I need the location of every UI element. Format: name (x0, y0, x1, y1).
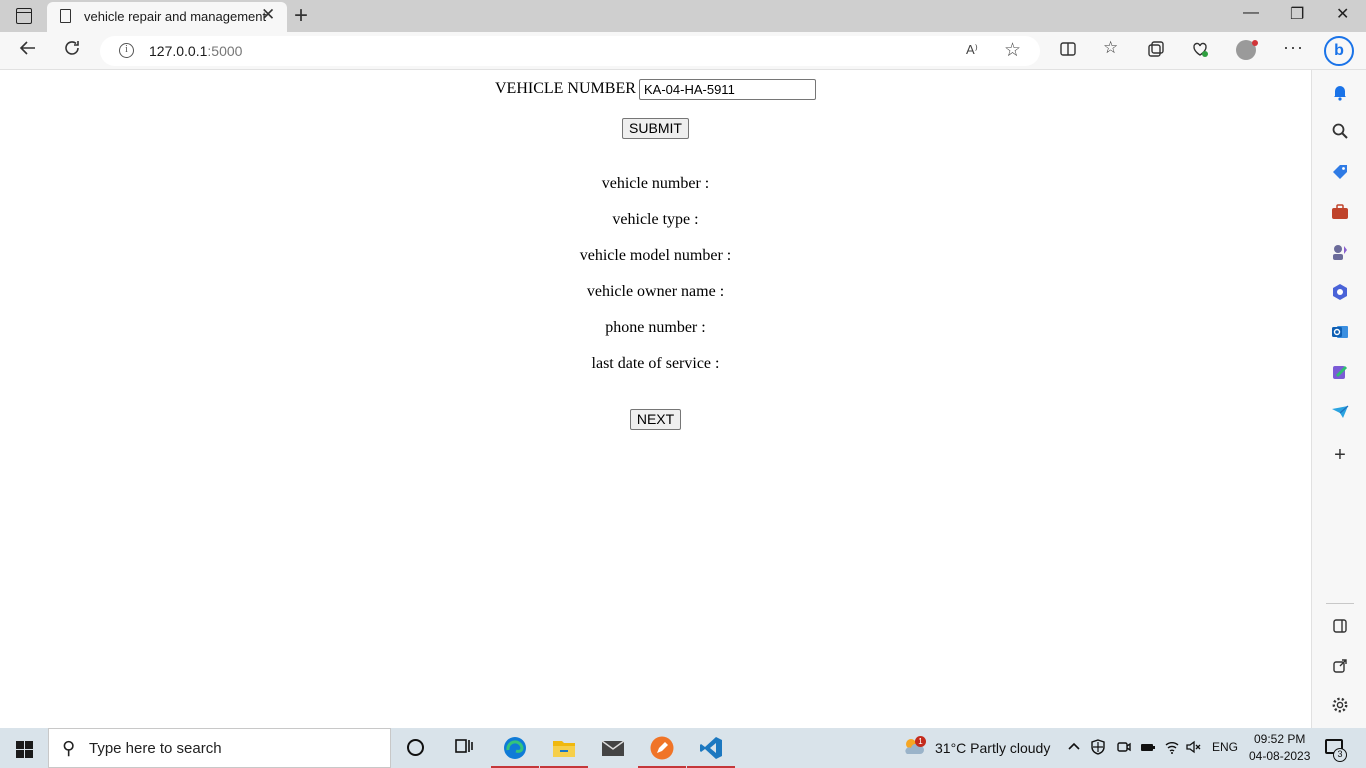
minimize-button[interactable]: — (1243, 4, 1259, 22)
vscode-icon (700, 737, 722, 759)
clock-time[interactable]: 09:52 PM (1254, 732, 1305, 746)
close-window-button[interactable]: ✕ (1336, 4, 1349, 24)
back-arrow-icon[interactable] (18, 38, 38, 64)
browser-toolbar: i 127.0.0.1:5000 A⁾ ☆ ☆ ··· b (0, 32, 1366, 70)
edge-sidebar: + (1311, 70, 1366, 728)
favorites-icon[interactable]: ☆ (1103, 38, 1118, 58)
search-magnifier-icon: ⚲ (62, 738, 76, 758)
taskbar-mail-app[interactable] (589, 728, 637, 768)
microsoft365-icon[interactable] (1331, 283, 1349, 301)
drop-send-icon[interactable] (1331, 403, 1349, 421)
hide-sidebar-icon[interactable] (1331, 617, 1349, 635)
browser-tab[interactable]: vehicle repair and management ✕ (47, 2, 287, 32)
refresh-icon[interactable] (62, 38, 82, 64)
battery-icon[interactable] (1140, 739, 1156, 758)
cortana-icon[interactable] (407, 739, 424, 756)
site-info-icon[interactable]: i (119, 43, 134, 58)
shopping-tag-icon[interactable] (1331, 163, 1349, 181)
outlook-icon[interactable] (1331, 323, 1349, 341)
taskbar-pen-app[interactable] (638, 728, 686, 768)
designer-icon[interactable] (1331, 363, 1349, 381)
input-language-indicator[interactable]: ENG (1212, 740, 1238, 754)
more-menu-icon[interactable]: ··· (1283, 37, 1304, 58)
submit-button[interactable]: SUBMIT (622, 118, 689, 139)
detail-vehicle-model-number: vehicle model number : (579, 247, 732, 264)
restore-button[interactable]: ❐ (1290, 4, 1304, 24)
detail-vehicle-type: vehicle type : (612, 211, 699, 228)
next-button[interactable]: NEXT (630, 409, 681, 430)
new-tab-button[interactable]: + (294, 2, 308, 30)
taskbar-vscode-app[interactable] (687, 728, 735, 768)
tab-close-icon[interactable]: ✕ (261, 5, 275, 25)
page-icon (60, 9, 71, 23)
taskbar-search-placeholder: Type here to search (89, 740, 222, 757)
show-hidden-icons-chevron-icon[interactable] (1067, 739, 1081, 756)
settings-gear-icon[interactable] (1331, 696, 1349, 714)
wifi-icon[interactable] (1164, 739, 1180, 758)
title-bar: vehicle repair and management ✕ + — ❐ ✕ (0, 0, 1366, 32)
tab-title: vehicle repair and management (84, 9, 267, 24)
url-text[interactable]: 127.0.0.1:5000 (149, 43, 242, 59)
profile-alert-dot (1252, 40, 1258, 46)
task-view-icon[interactable] (455, 737, 473, 760)
taskbar-edge-app[interactable] (491, 728, 539, 768)
mail-envelope-icon (601, 740, 625, 756)
windows-taskbar: ⚲ Type here to search 1 31°C Partly clou… (0, 728, 1366, 768)
weather-text[interactable]: 31°C Partly cloudy (935, 740, 1050, 756)
bing-chat-icon[interactable]: b (1324, 36, 1354, 66)
edge-icon (504, 737, 526, 759)
taskbar-search-box[interactable]: ⚲ Type here to search (48, 728, 391, 768)
detail-phone-number: phone number : (605, 319, 706, 336)
performance-icon[interactable] (1191, 40, 1209, 63)
collections-icon[interactable] (1147, 40, 1165, 63)
sidebar-divider (1326, 603, 1354, 604)
tab-actions-icon[interactable] (16, 8, 32, 24)
taskbar-file-explorer-app[interactable] (540, 728, 588, 768)
detail-vehicle-number: vehicle number : (601, 175, 710, 192)
vehicle-number-label: VEHICLE NUMBER (495, 80, 636, 97)
favorite-star-icon[interactable]: ☆ (1004, 39, 1021, 62)
folder-icon (553, 741, 575, 757)
read-aloud-icon[interactable]: A⁾ (966, 42, 978, 58)
security-shield-icon[interactable] (1090, 739, 1106, 758)
detail-last-date-of-service: last date of service : (591, 355, 720, 372)
games-icon[interactable] (1331, 243, 1349, 261)
add-sidebar-app-icon[interactable]: + (1331, 445, 1349, 465)
notifications-bell-icon[interactable] (1331, 83, 1349, 101)
vehicle-number-input[interactable] (639, 79, 816, 100)
tools-briefcase-icon[interactable] (1331, 203, 1349, 221)
pen-app-icon (650, 736, 674, 760)
volume-muted-icon[interactable] (1186, 739, 1202, 758)
page-content: VEHICLE NUMBER SUBMIT vehicle number : v… (0, 71, 1311, 728)
notification-count-badge: 3 (1333, 748, 1347, 762)
split-screen-icon[interactable] (1059, 40, 1077, 63)
search-icon[interactable] (1331, 122, 1349, 140)
clock-date[interactable]: 04-08-2023 (1249, 749, 1310, 763)
address-bar[interactable]: i 127.0.0.1:5000 A⁾ ☆ (100, 36, 1040, 66)
detail-vehicle-owner-name: vehicle owner name : (586, 283, 725, 300)
meet-now-icon[interactable] (1116, 739, 1132, 758)
open-external-icon[interactable] (1331, 657, 1349, 675)
weather-alert-badge: 1 (915, 736, 926, 747)
windows-start-icon[interactable] (16, 741, 33, 758)
